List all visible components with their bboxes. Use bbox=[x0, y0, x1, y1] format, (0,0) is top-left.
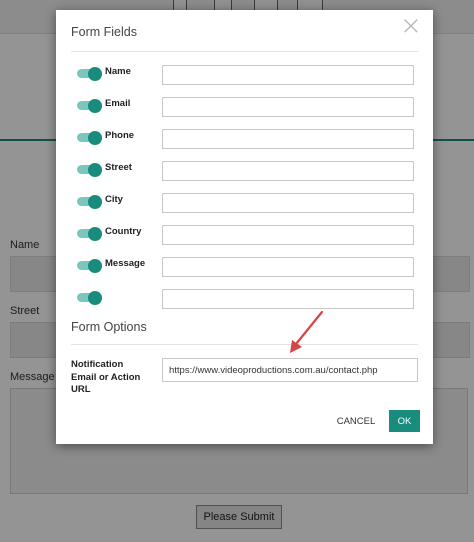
notification-url-input[interactable]: https://www.videoproductions.com.au/cont… bbox=[162, 358, 418, 382]
custom-toggle[interactable] bbox=[77, 290, 102, 305]
cancel-button[interactable]: CANCEL bbox=[332, 412, 380, 430]
form-options-title: Form Options bbox=[71, 320, 147, 334]
city-toggle[interactable] bbox=[77, 194, 102, 209]
toggle-knob bbox=[88, 162, 102, 177]
notification-label: Notification Email or Action URL bbox=[71, 359, 141, 395]
street-toggle[interactable] bbox=[77, 162, 102, 177]
field-row-name: Name bbox=[56, 65, 433, 89]
field-label: Phone bbox=[105, 130, 135, 141]
toggle-knob bbox=[88, 98, 102, 113]
street-field-input[interactable] bbox=[162, 161, 414, 181]
email-field-input[interactable] bbox=[162, 97, 414, 117]
email-toggle[interactable] bbox=[77, 98, 102, 113]
field-row-custom bbox=[56, 289, 433, 313]
options-divider bbox=[71, 344, 418, 345]
ok-button[interactable]: OK bbox=[389, 410, 420, 432]
toggle-knob bbox=[88, 258, 102, 273]
country-toggle[interactable] bbox=[77, 226, 102, 241]
name-toggle[interactable] bbox=[77, 66, 102, 81]
field-row-phone: Phone bbox=[56, 129, 433, 153]
city-field-input[interactable] bbox=[162, 193, 414, 213]
modal-title: Form Fields bbox=[71, 25, 137, 39]
field-label: Email bbox=[105, 98, 131, 109]
field-label: Street bbox=[105, 162, 132, 173]
toggle-knob bbox=[88, 66, 102, 81]
field-label: Name bbox=[105, 66, 131, 77]
field-row-email: Email bbox=[56, 97, 433, 121]
toggle-knob bbox=[88, 130, 102, 145]
name-field-input[interactable] bbox=[162, 65, 414, 85]
toggle-knob bbox=[88, 194, 102, 209]
phone-toggle[interactable] bbox=[77, 130, 102, 145]
form-fields-modal: × Form Fields Name Email Phone Street Ci… bbox=[56, 10, 433, 444]
field-row-city: City bbox=[56, 193, 433, 217]
field-label: City bbox=[105, 194, 123, 205]
close-icon[interactable]: × bbox=[400, 13, 422, 39]
message-toggle[interactable] bbox=[77, 258, 102, 273]
country-field-input[interactable] bbox=[162, 225, 414, 245]
toggle-knob bbox=[88, 290, 102, 305]
phone-field-input[interactable] bbox=[162, 129, 414, 149]
field-row-message: Message bbox=[56, 257, 433, 281]
field-row-street: Street bbox=[56, 161, 433, 185]
toggle-knob bbox=[88, 226, 102, 241]
field-label: Message bbox=[105, 258, 146, 269]
field-row-country: Country bbox=[56, 225, 433, 249]
title-divider bbox=[71, 51, 418, 52]
field-label: Country bbox=[105, 226, 142, 237]
message-field-input[interactable] bbox=[162, 257, 414, 277]
custom-field-input[interactable] bbox=[162, 289, 414, 309]
